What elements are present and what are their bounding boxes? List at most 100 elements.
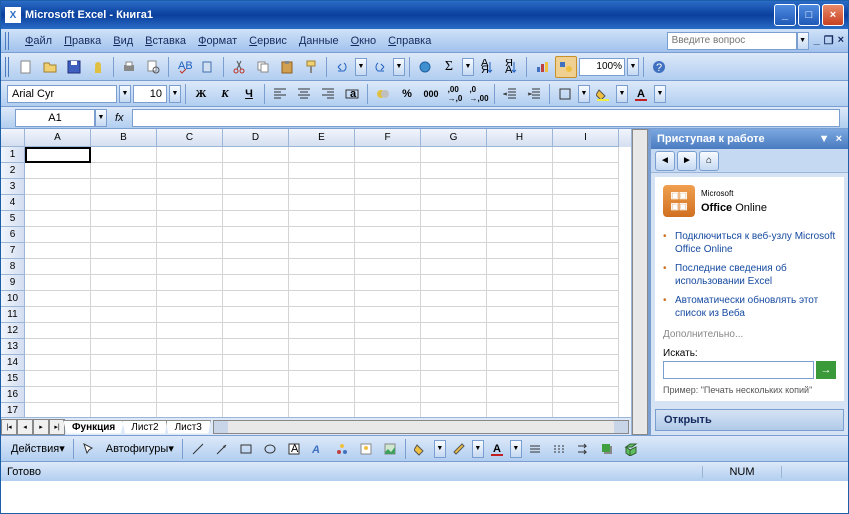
cell-F6[interactable] xyxy=(355,227,421,243)
line-color-button[interactable] xyxy=(448,440,470,458)
cell-E16[interactable] xyxy=(289,387,355,403)
task-search-input[interactable] xyxy=(663,361,814,379)
increase-decimal-button[interactable]: ,00→,0 xyxy=(444,84,466,104)
redo-button[interactable] xyxy=(369,56,391,78)
column-header-D[interactable]: D xyxy=(223,129,289,147)
tab-first-button[interactable]: |◂ xyxy=(1,419,17,435)
cell-D15[interactable] xyxy=(223,371,289,387)
row-header-1[interactable]: 1 xyxy=(1,147,25,163)
name-box-dropdown[interactable]: ▼ xyxy=(95,109,107,127)
row-header-4[interactable]: 4 xyxy=(1,195,25,211)
cell-A5[interactable] xyxy=(25,211,91,227)
percent-button[interactable]: % xyxy=(396,84,418,104)
cell-I5[interactable] xyxy=(553,211,619,227)
cell-I16[interactable] xyxy=(553,387,619,403)
oval-button[interactable] xyxy=(259,440,281,458)
italic-button[interactable]: К xyxy=(214,84,236,104)
cell-H1[interactable] xyxy=(487,147,553,163)
format-painter-button[interactable] xyxy=(300,56,322,78)
cell-G16[interactable] xyxy=(421,387,487,403)
cell-I14[interactable] xyxy=(553,355,619,371)
task-pane-close[interactable]: × xyxy=(836,133,842,145)
permission-button[interactable] xyxy=(87,56,109,78)
cell-G1[interactable] xyxy=(421,147,487,163)
row-header-11[interactable]: 11 xyxy=(1,307,25,323)
arrow-style-button[interactable] xyxy=(572,440,594,458)
help-dropdown[interactable]: ▼ xyxy=(797,32,809,50)
cell-G9[interactable] xyxy=(421,275,487,291)
cell-E2[interactable] xyxy=(289,163,355,179)
cell-H11[interactable] xyxy=(487,307,553,323)
cell-A1[interactable] xyxy=(25,147,91,163)
cell-E17[interactable] xyxy=(289,403,355,417)
fx-label[interactable]: fx xyxy=(115,112,124,124)
wordart-button[interactable]: A xyxy=(307,440,329,458)
cell-B4[interactable] xyxy=(91,195,157,211)
tab-next-button[interactable]: ▸ xyxy=(33,419,49,435)
cell-G8[interactable] xyxy=(421,259,487,275)
cell-C14[interactable] xyxy=(157,355,223,371)
cell-E9[interactable] xyxy=(289,275,355,291)
cell-H3[interactable] xyxy=(487,179,553,195)
column-header-E[interactable]: E xyxy=(289,129,355,147)
column-header-B[interactable]: B xyxy=(91,129,157,147)
cell-G12[interactable] xyxy=(421,323,487,339)
cell-H13[interactable] xyxy=(487,339,553,355)
cell-A13[interactable] xyxy=(25,339,91,355)
menu-вставка[interactable]: Вставка xyxy=(139,32,192,50)
cell-C4[interactable] xyxy=(157,195,223,211)
fill-color-draw-dropdown[interactable]: ▼ xyxy=(434,440,446,458)
cell-G5[interactable] xyxy=(421,211,487,227)
maximize-button[interactable]: □ xyxy=(798,4,820,26)
cell-D11[interactable] xyxy=(223,307,289,323)
cell-H5[interactable] xyxy=(487,211,553,227)
sort-desc-button[interactable]: ЯA xyxy=(500,56,522,78)
cell-D3[interactable] xyxy=(223,179,289,195)
cell-C15[interactable] xyxy=(157,371,223,387)
menu-формат[interactable]: Формат xyxy=(192,32,243,50)
sheet-tab-1[interactable]: Лист2 xyxy=(122,420,167,434)
cell-A14[interactable] xyxy=(25,355,91,371)
cell-D10[interactable] xyxy=(223,291,289,307)
row-header-14[interactable]: 14 xyxy=(1,355,25,371)
row-header-5[interactable]: 5 xyxy=(1,211,25,227)
cell-D4[interactable] xyxy=(223,195,289,211)
cell-E14[interactable] xyxy=(289,355,355,371)
zoom-dropdown[interactable]: ▼ xyxy=(627,58,639,76)
cell-F5[interactable] xyxy=(355,211,421,227)
font-color-draw-dropdown[interactable]: ▼ xyxy=(510,440,522,458)
currency-button[interactable] xyxy=(372,84,394,104)
cell-B1[interactable] xyxy=(91,147,157,163)
column-header-H[interactable]: H xyxy=(487,129,553,147)
print-preview-button[interactable] xyxy=(142,56,164,78)
row-header-7[interactable]: 7 xyxy=(1,243,25,259)
print-button[interactable] xyxy=(118,56,140,78)
row-header-6[interactable]: 6 xyxy=(1,227,25,243)
menu-сервис[interactable]: Сервис xyxy=(243,32,293,50)
task-forward-button[interactable]: ► xyxy=(677,151,697,171)
cell-G7[interactable] xyxy=(421,243,487,259)
cell-H15[interactable] xyxy=(487,371,553,387)
save-button[interactable] xyxy=(63,56,85,78)
cell-D8[interactable] xyxy=(223,259,289,275)
cell-B9[interactable] xyxy=(91,275,157,291)
cell-I10[interactable] xyxy=(553,291,619,307)
doc-minimize-button[interactable]: _ xyxy=(814,34,820,47)
menu-справка[interactable]: Справка xyxy=(382,32,437,50)
fill-color-draw-button[interactable] xyxy=(410,440,432,458)
cell-A11[interactable] xyxy=(25,307,91,323)
autoshapes-menu[interactable]: Автофигуры ▾ xyxy=(102,440,178,457)
cell-A7[interactable] xyxy=(25,243,91,259)
cell-D17[interactable] xyxy=(223,403,289,417)
cell-F10[interactable] xyxy=(355,291,421,307)
cell-D7[interactable] xyxy=(223,243,289,259)
copy-button[interactable] xyxy=(252,56,274,78)
task-link-0[interactable]: Подключиться к веб-узлу Microsoft Office… xyxy=(663,227,836,259)
cell-C11[interactable] xyxy=(157,307,223,323)
task-open-button[interactable]: Открыть xyxy=(655,409,844,431)
cell-B7[interactable] xyxy=(91,243,157,259)
shadow-button[interactable] xyxy=(596,440,618,458)
cell-H9[interactable] xyxy=(487,275,553,291)
cell-D5[interactable] xyxy=(223,211,289,227)
task-link-1[interactable]: Последние сведения об использовании Exce… xyxy=(663,259,836,291)
